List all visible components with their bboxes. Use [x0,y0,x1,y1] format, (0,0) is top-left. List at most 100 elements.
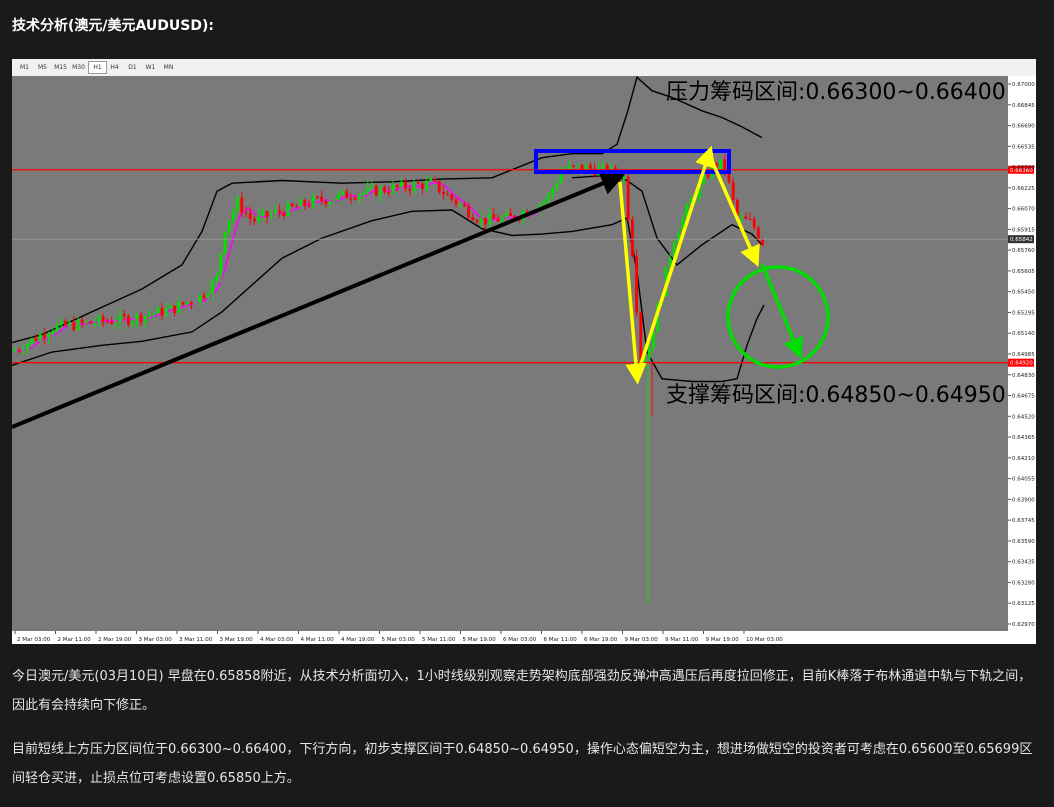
candle-body [748,218,752,221]
candle-body [652,332,655,348]
candle-body [584,165,588,170]
x-tick-label: 4 Mar 03:00 [260,637,294,643]
candle-body [164,308,168,316]
timeframe-mn[interactable]: MN [160,62,177,73]
candle-body [429,178,433,181]
candle-body [76,319,80,331]
candle-body [618,175,622,180]
candle-body [227,220,231,232]
candle-body [311,196,315,207]
y-tick-label: 0.62970 [1012,622,1035,628]
candle-body [387,192,391,194]
level-price-label: 0.64920 [1010,361,1033,367]
x-tick-label: 4 Mar 11:00 [301,637,335,643]
candle-body [353,198,357,200]
y-tick-label: 0.64520 [1012,414,1035,420]
candle-body [143,316,147,323]
candle-body [488,214,491,225]
candle-body [236,197,239,211]
candle-body [156,307,160,314]
candle-body [13,350,17,352]
candle-body [547,194,550,202]
candle-body [555,182,559,189]
y-tick-label: 0.64055 [1012,477,1035,483]
candle-body [303,199,307,206]
candle-body [253,218,256,221]
y-tick-label: 0.65760 [1012,248,1035,254]
candle-body [572,165,575,167]
candle-body [454,199,458,205]
chart-window: M1 M5 M15 M30 H1 H4 D1 W1 MN 0.66360 0.64… [12,59,1036,644]
x-tick-label: 3 Mar 03:00 [139,637,173,643]
y-tick-label: 0.64675 [1012,394,1035,400]
y-tick-label: 0.64365 [1012,435,1035,441]
candle-body [731,181,735,200]
timeframe-h4[interactable]: H4 [106,62,123,73]
x-tick-label: 2 Mar 03:00 [17,637,51,643]
x-tick-label: 9 Mar 19:00 [706,637,740,643]
x-tick-label: 4 Mar 19:00 [341,637,375,643]
x-tick-label: 5 Mar 19:00 [463,637,497,643]
timeframe-w1[interactable]: W1 [142,62,159,73]
candle-body [55,325,59,332]
candle-body [89,321,92,324]
candle-body [190,302,193,304]
y-tick-label: 0.66690 [1012,124,1035,130]
candle-body [425,180,428,189]
candle-body [30,338,34,344]
timeframe-m15[interactable]: M15 [52,62,69,73]
plot-area [12,76,1008,631]
y-tick-label: 0.66225 [1012,186,1035,192]
y-tick-label: 0.63590 [1012,539,1035,545]
candle-body [295,206,298,208]
candle-body [631,219,634,256]
x-tick-label: 6 Mar 11:00 [544,637,578,643]
candle-body [43,334,46,338]
candle-body [332,199,336,202]
timeframe-h1[interactable]: H1 [88,61,107,74]
timeframe-m1[interactable]: M1 [16,62,33,73]
candle-body [307,205,311,207]
candle-body [72,322,76,330]
candle-body [194,303,197,305]
y-tick-label: 0.64985 [1012,352,1035,358]
timeframe-m5[interactable]: M5 [34,62,51,73]
candle-body [185,302,189,305]
candle-body [719,159,722,170]
timeframe-d1[interactable]: D1 [124,62,141,73]
candle-body [286,203,290,217]
candle-body [261,211,265,216]
candle-body [26,343,29,351]
y-tick-label: 0.65295 [1012,310,1035,316]
candle-body [509,213,512,216]
candle-body [404,181,407,189]
x-tick-label: 2 Mar 11:00 [58,637,92,643]
candle-body [505,213,508,218]
candle-body [22,350,25,352]
current-price-label: 0.65842 [1010,237,1033,243]
candle-body [181,302,185,305]
candle-body [152,313,155,315]
support-label: 支撑筹码区间:0.64850~0.64950 [666,383,1006,408]
candle-body [450,194,454,200]
candle-body [240,197,244,213]
candle-body [34,338,38,341]
candle-body [349,198,353,200]
candle-body [101,316,105,322]
candle-body [202,295,206,299]
candle-body [257,215,260,221]
candle-body [706,174,710,178]
timeframe-m30[interactable]: M30 [70,62,87,73]
candle-body [106,321,109,323]
candle-body [59,320,63,326]
analysis-paragraph-2: 目前短线上方压力区间位于0.66300~0.66400，下行方向，初步支撑区间于… [12,742,1033,786]
candle-body [118,314,122,323]
candle-body [215,276,218,281]
candle-body [206,294,210,299]
candle-body [290,203,294,206]
candle-body [479,218,483,222]
x-tick-label: 9 Mar 11:00 [665,637,699,643]
analysis-paragraph-1: 今日澳元/美元(03月10日) 早盘在0.65858附近，从技术分析面切入，1小… [12,669,1032,713]
y-tick-label: 0.65450 [1012,290,1035,296]
candle-body [265,211,269,217]
